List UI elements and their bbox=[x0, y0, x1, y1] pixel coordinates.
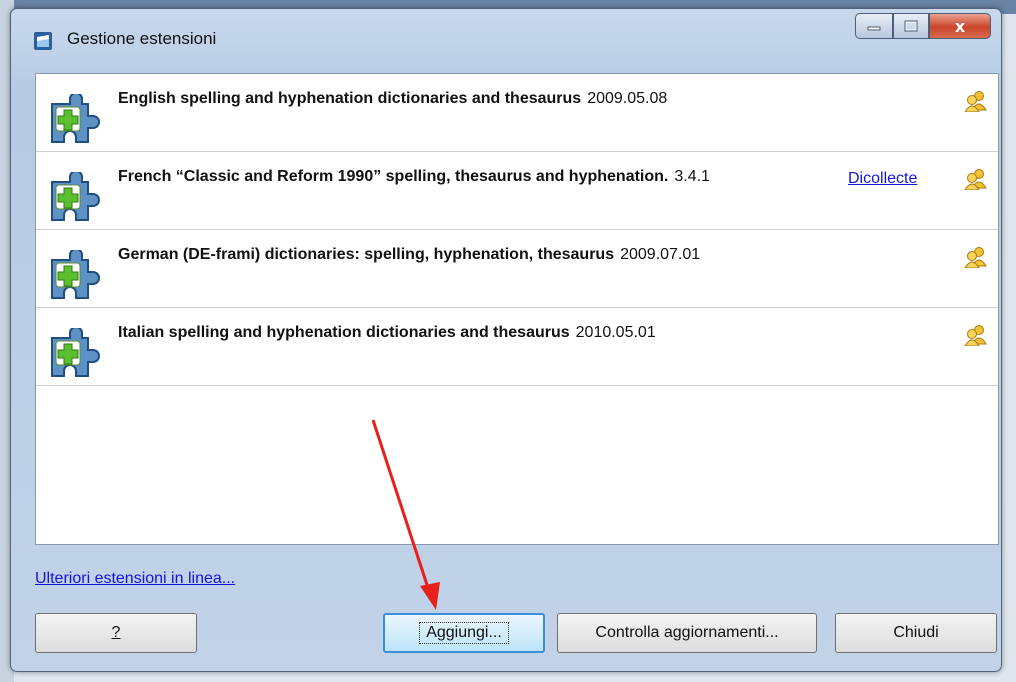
shared-users-icon bbox=[964, 247, 987, 268]
shared-users-icon bbox=[964, 91, 987, 112]
extension-name: Italian spelling and hyphenation diction… bbox=[118, 324, 656, 341]
extension-name: French “Classic and Reform 1990” spellin… bbox=[118, 168, 710, 185]
help-button[interactable]: ? bbox=[35, 613, 197, 653]
extension-item[interactable]: Italian spelling and hyphenation diction… bbox=[36, 308, 998, 386]
minimize-icon bbox=[867, 26, 881, 31]
extension-item[interactable]: French “Classic and Reform 1990” spellin… bbox=[36, 152, 998, 230]
app-icon bbox=[34, 32, 52, 50]
add-button-label: Aggiungi... bbox=[419, 622, 509, 644]
close-button-label: Chiudi bbox=[893, 624, 939, 641]
close-window-button[interactable]: x bbox=[929, 13, 991, 39]
extensions-list[interactable]: English spelling and hyphenation diction… bbox=[35, 73, 999, 545]
maximize-button[interactable] bbox=[893, 13, 929, 39]
extension-item[interactable]: English spelling and hyphenation diction… bbox=[36, 74, 998, 152]
window-title: Gestione estensioni bbox=[67, 29, 217, 48]
caption-buttons: x bbox=[855, 13, 991, 43]
maximize-icon bbox=[904, 20, 918, 32]
publisher-link[interactable]: Dicollecte bbox=[848, 170, 917, 188]
title-bar[interactable]: Gestione estensioni x bbox=[11, 9, 1001, 59]
puzzle-extension-icon bbox=[51, 328, 100, 377]
minimize-button[interactable] bbox=[855, 13, 893, 39]
extension-version: 2009.05.08 bbox=[587, 90, 668, 107]
puzzle-extension-icon bbox=[51, 172, 100, 221]
extension-version: 2009.07.01 bbox=[620, 246, 701, 263]
puzzle-extension-icon bbox=[51, 94, 100, 143]
check-updates-button-label: Controlla aggiornamenti... bbox=[595, 624, 779, 641]
extension-name: English spelling and hyphenation diction… bbox=[118, 90, 668, 107]
shared-users-icon bbox=[964, 169, 987, 190]
extension-item[interactable]: German (DE-frami) dictionaries: spelling… bbox=[36, 230, 998, 308]
extension-version: 2010.05.01 bbox=[575, 324, 656, 341]
help-button-label: ? bbox=[111, 624, 121, 641]
extension-version: 3.4.1 bbox=[674, 168, 710, 185]
more-extensions-online-link[interactable]: Ulteriori estensioni in linea... bbox=[35, 570, 235, 588]
check-updates-button[interactable]: Controlla aggiornamenti... bbox=[557, 613, 817, 653]
extension-manager-window: Gestione estensioni x English spelling a… bbox=[10, 8, 1002, 672]
close-button[interactable]: Chiudi bbox=[835, 613, 997, 653]
close-icon: x bbox=[954, 16, 966, 36]
puzzle-extension-icon bbox=[51, 250, 100, 299]
extension-name: German (DE-frami) dictionaries: spelling… bbox=[118, 246, 701, 263]
add-button[interactable]: Aggiungi... bbox=[383, 613, 545, 653]
shared-users-icon bbox=[964, 325, 987, 346]
